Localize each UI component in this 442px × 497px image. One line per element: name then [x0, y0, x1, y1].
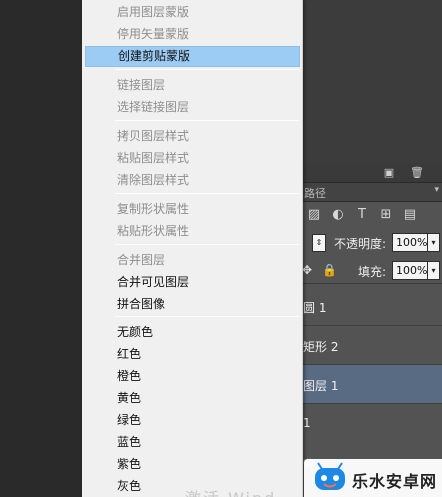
menu-separator	[115, 244, 299, 245]
menu-item[interactable]: 链接图层	[85, 75, 300, 96]
menu-item[interactable]: 紫色	[85, 454, 300, 475]
site-logo: 乐水安卓网	[304, 459, 442, 497]
menu-item[interactable]: 合并可见图层	[85, 272, 300, 293]
canvas-area	[0, 0, 82, 497]
shape-icon[interactable]: ⊞	[378, 207, 394, 223]
blend-mode-stepper[interactable]: ⇕	[312, 234, 326, 252]
layer-name: 图层 1	[303, 379, 339, 393]
adjustment-icon[interactable]: ◐	[330, 207, 346, 223]
menu-separator	[115, 120, 299, 121]
menu-item[interactable]: 粘贴图层样式	[85, 148, 300, 169]
fill-input[interactable]: 100%	[392, 261, 428, 280]
robot-logo-icon	[315, 462, 345, 490]
layer-row[interactable]: 圆 1	[300, 287, 442, 326]
logo-text: 乐水安卓网	[352, 472, 438, 491]
menu-item[interactable]: 停用矢量蒙版	[85, 24, 300, 45]
menu-item[interactable]: 合并图层	[85, 250, 300, 271]
menu-separator	[115, 69, 299, 70]
menu-separator	[115, 193, 299, 194]
menu-separator	[115, 316, 299, 317]
context-menu: 启用图层蒙版 停用矢量蒙版 创建剪贴蒙版 链接图层 选择链接图层 拷贝图层样式 粘贴图层样式…	[82, 0, 303, 497]
menu-item[interactable]: 启用图层蒙版	[85, 2, 300, 23]
panel-tab-bar: 路径 ▾	[300, 183, 442, 202]
menu-item[interactable]: 红色	[85, 344, 300, 365]
panel-upper-area	[300, 0, 442, 163]
trash-icon[interactable]: 🗑	[410, 166, 424, 180]
panel-menu-icon[interactable]: ▾	[434, 185, 439, 195]
panel-footer: ▣ 🗑	[300, 163, 442, 183]
layer-name: 圆 1	[303, 301, 327, 315]
menu-item[interactable]: 粘贴形状属性	[85, 221, 300, 242]
move-lock-icon[interactable]: ✥	[302, 263, 312, 277]
opacity-row: ⇕ 不透明度: 100% ▾	[300, 230, 442, 256]
opacity-input[interactable]: 100%	[392, 233, 428, 252]
screen: ▣ 🗑 路径 ▾ ▨ ◐ T ⊞ ▤ ⇕ 不透明度: 100% ▾ ✥ 🔒 填充…	[0, 0, 442, 497]
tab-paths[interactable]: 路径	[304, 185, 326, 201]
fill-row: ✥ 🔒 填充: 100% ▾	[300, 258, 442, 284]
menu-item[interactable]: 无颜色	[85, 322, 300, 343]
menu-item[interactable]: 黄色	[85, 388, 300, 409]
layer-filter-row: ▨ ◐ T ⊞ ▤	[300, 202, 442, 228]
layer-row-selected[interactable]: 图层 1	[300, 365, 442, 404]
fill-dropdown-icon[interactable]: ▾	[428, 261, 440, 280]
fill-label: 填充:	[358, 265, 387, 279]
menu-item[interactable]: 创建剪贴蒙版	[85, 46, 300, 67]
type-icon[interactable]: T	[354, 207, 370, 223]
layers-panel: ▣ 🗑 路径 ▾ ▨ ◐ T ⊞ ▤ ⇕ 不透明度: 100% ▾ ✥ 🔒 填充…	[300, 0, 442, 497]
image-icon[interactable]: ▨	[306, 207, 322, 223]
menu-item[interactable]: 橙色	[85, 366, 300, 387]
layer-row[interactable]: 1	[300, 404, 442, 443]
menu-item[interactable]: 蓝色	[85, 432, 300, 453]
menu-item[interactable]: 绿色	[85, 410, 300, 431]
layer-row[interactable]: 矩形 2	[300, 326, 442, 365]
layer-name: 1	[303, 416, 311, 430]
opacity-dropdown-icon[interactable]: ▾	[428, 233, 440, 252]
activate-windows-watermark: 激活 Wind	[185, 485, 276, 497]
menu-item[interactable]: 拷贝图层样式	[85, 126, 300, 147]
menu-item[interactable]: 拼合图像	[85, 294, 300, 315]
menu-item[interactable]: 清除图层样式	[85, 170, 300, 191]
menu-item[interactable]: 选择链接图层	[85, 97, 300, 118]
new-page-icon[interactable]: ▣	[382, 166, 396, 180]
layer-name: 矩形 2	[303, 340, 339, 354]
smart-object-icon[interactable]: ▤	[402, 207, 418, 223]
opacity-label: 不透明度:	[334, 237, 387, 251]
menu-item[interactable]: 复制形状属性	[85, 199, 300, 220]
lock-icon[interactable]: 🔒	[322, 263, 337, 277]
